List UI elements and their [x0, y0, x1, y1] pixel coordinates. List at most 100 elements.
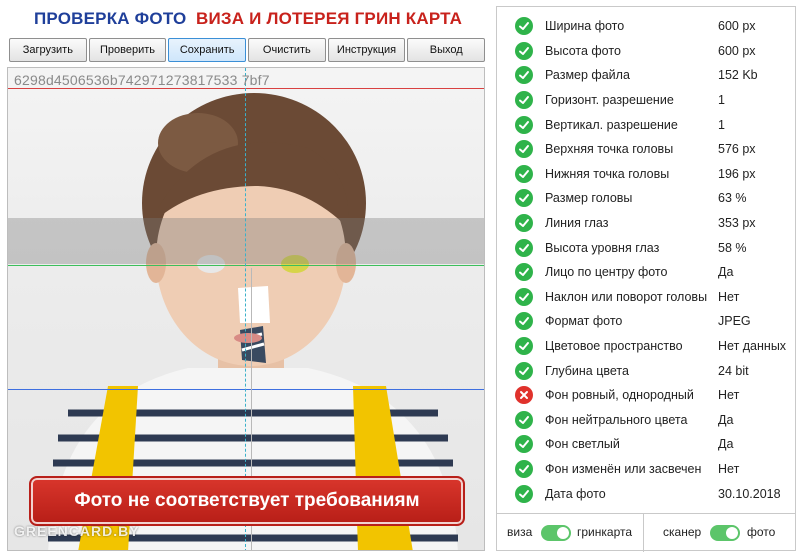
- check-icon: [515, 459, 533, 478]
- result-row: Размер файла 152 Kb: [497, 63, 795, 88]
- check-icon: [515, 312, 533, 331]
- results-list: Ширина фото 600 px Высота фото 600 px Размер…: [497, 14, 795, 506]
- result-value: Нет: [718, 461, 740, 476]
- result-row: Лицо по центру фото Да: [497, 260, 795, 285]
- result-value: Нет: [718, 388, 740, 403]
- result-value: 600 px: [718, 43, 756, 58]
- check-icon: [515, 263, 533, 282]
- result-row: Линия глаз 353 px: [497, 211, 795, 236]
- save-button[interactable]: Сохранить: [168, 38, 247, 62]
- result-row: Цветовое пространство Нет данных: [497, 334, 795, 359]
- result-label: Лицо по центру фото: [545, 265, 668, 280]
- exit-button[interactable]: Выход: [407, 38, 486, 62]
- result-label: Высота фото: [545, 43, 621, 58]
- mode-toggles: виза гринкарта сканер фото: [497, 513, 795, 552]
- result-row: Горизонт. разрешение 1: [497, 88, 795, 113]
- photo-hash: 6298d4506536b742971273817533 7bf7: [14, 72, 270, 88]
- result-value: Да: [718, 437, 734, 452]
- check-icon: [515, 435, 533, 454]
- result-row: Фон светлый Да: [497, 432, 795, 457]
- check-icon: [515, 361, 533, 380]
- warning-text: Фото не соответствует требованиям: [74, 490, 420, 511]
- check-icon: [515, 41, 533, 60]
- result-row: Высота фото 600 px: [497, 39, 795, 64]
- page-subtitle: ВИЗА И ЛОТЕРЕЯ ГРИН КАРТА: [196, 9, 463, 28]
- result-row: Глубина цвета 24 bit: [497, 358, 795, 383]
- check-icon: [515, 238, 533, 257]
- result-value: 24 bit: [718, 363, 749, 378]
- result-label: Фон ровный, однородный: [545, 388, 694, 403]
- result-row: Вертикал. разрешение 1: [497, 112, 795, 137]
- result-row: Высота уровня глаз 58 %: [497, 235, 795, 260]
- result-value: Да: [718, 412, 734, 427]
- error-icon: [515, 386, 533, 405]
- scanner-label: сканер: [663, 525, 702, 539]
- check-icon: [515, 287, 533, 306]
- result-row: Верхняя точка головы 576 px: [497, 137, 795, 162]
- result-value: 1: [718, 93, 725, 108]
- greencard-label: гринкарта: [577, 525, 633, 539]
- result-row: Наклон или поворот головы Нет: [497, 285, 795, 310]
- upload-button[interactable]: Загрузить: [9, 38, 87, 62]
- check-icon: [515, 164, 533, 183]
- check-icon: [515, 410, 533, 429]
- result-label: Размер головы: [545, 191, 633, 206]
- result-row: Фон нейтрального цвета Да: [497, 408, 795, 433]
- photo-preview: 6298d4506536b742971273817533 7bf7 Фото н…: [7, 67, 485, 551]
- result-row: Фон ровный, однородный Нет: [497, 383, 795, 408]
- result-row: Дата фото 30.10.2018: [497, 481, 795, 506]
- check-icon: [515, 115, 533, 134]
- result-row: Нижняя точка головы 196 px: [497, 162, 795, 187]
- visa-greencard-toggle[interactable]: [541, 525, 571, 541]
- result-label: Высота уровня глаз: [545, 240, 660, 255]
- results-panel: Ширина фото 600 px Высота фото 600 px Размер…: [496, 6, 796, 552]
- result-label: Нижняя точка головы: [545, 166, 670, 181]
- toggle-knob: [557, 527, 569, 539]
- result-label: Верхняя точка головы: [545, 142, 674, 157]
- toolbar: Загрузить Проверить Сохранить Очистить И…: [9, 38, 486, 62]
- result-value: Да: [718, 265, 734, 280]
- eye-line: [8, 265, 484, 266]
- instructions-button[interactable]: Инструкция: [327, 38, 406, 62]
- result-row: Ширина фото 600 px: [497, 14, 795, 39]
- result-value: Нет данных: [718, 339, 787, 354]
- check-icon: [515, 91, 533, 110]
- check-icon: [515, 140, 533, 159]
- check-icon: [515, 214, 533, 233]
- chin-line: [8, 389, 484, 390]
- page-title: ПРОВЕРКА ФОТО: [34, 9, 187, 28]
- result-value: 600 px: [718, 19, 756, 34]
- result-label: Вертикал. разрешение: [545, 117, 678, 132]
- check-icon: [515, 484, 533, 503]
- result-label: Цветовое пространство: [545, 339, 683, 354]
- warning-banner: Фото не соответствует требованиям: [29, 476, 465, 526]
- result-value: 152 Kb: [718, 68, 758, 83]
- result-label: Формат фото: [545, 314, 623, 329]
- result-value: 63 %: [718, 191, 747, 206]
- toggle-divider: [643, 514, 644, 552]
- result-value: 30.10.2018: [718, 486, 781, 501]
- result-value: 353 px: [718, 216, 756, 231]
- result-value: 58 %: [718, 240, 747, 255]
- check-button[interactable]: Проверить: [88, 38, 167, 62]
- toggle-knob: [726, 527, 738, 539]
- result-label: Линия глаз: [545, 216, 609, 231]
- clear-button[interactable]: Очистить: [248, 38, 326, 62]
- top-of-head-line: [8, 88, 484, 89]
- result-value: 1: [718, 117, 725, 132]
- result-label: Горизонт. разрешение: [545, 93, 674, 108]
- result-value: 196 px: [718, 166, 756, 181]
- visa-label: виза: [507, 525, 533, 539]
- result-row: Размер головы 63 %: [497, 186, 795, 211]
- check-icon: [515, 17, 533, 36]
- result-label: Фон нейтрального цвета: [545, 412, 688, 427]
- check-icon: [515, 337, 533, 356]
- photo-label: фото: [747, 525, 776, 539]
- check-icon: [515, 189, 533, 208]
- result-value: 576 px: [718, 142, 756, 157]
- watermark: GREENCARD.BY: [14, 523, 140, 539]
- scanner-photo-toggle[interactable]: [710, 525, 740, 541]
- result-label: Фон изменён или засвечен: [545, 461, 702, 476]
- result-label: Фон светлый: [545, 437, 620, 452]
- header: ПРОВЕРКА ФОТО ВИЗА И ЛОТЕРЕЯ ГРИН КАРТА: [0, 6, 490, 32]
